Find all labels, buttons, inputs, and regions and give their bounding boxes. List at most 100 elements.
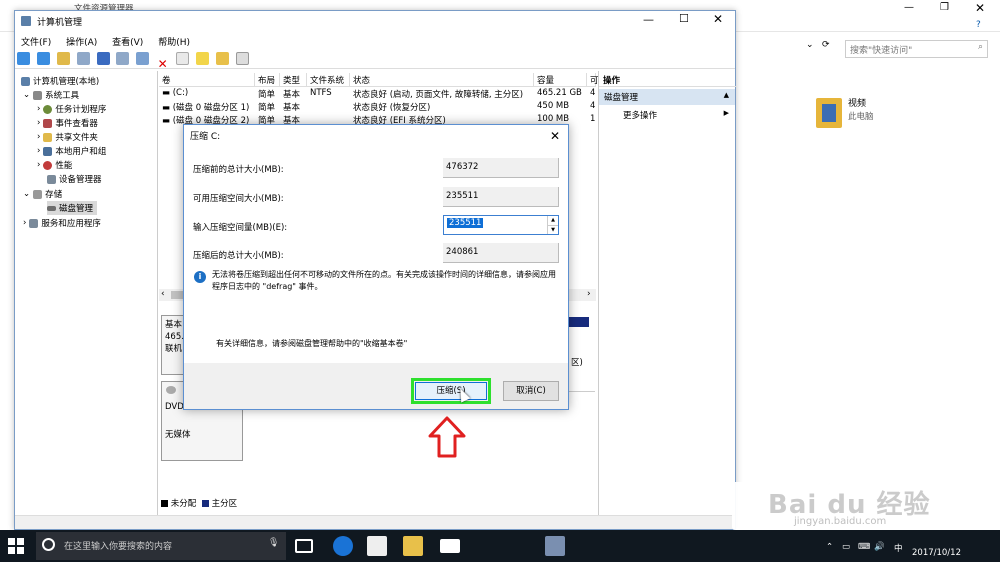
explorer-search-input[interactable]: 搜索"快速访问" ⌕ bbox=[845, 40, 988, 58]
chevron-right-icon[interactable]: › bbox=[37, 132, 40, 142]
microphone-icon[interactable]: 🎙 bbox=[268, 538, 279, 548]
chevron-right-icon[interactable]: ▶ bbox=[724, 109, 729, 117]
up-folder-icon[interactable] bbox=[56, 52, 70, 65]
collapse-icon[interactable]: ▲ bbox=[724, 91, 729, 99]
explorer-close-button[interactable]: ✕ bbox=[975, 1, 985, 15]
tree-shared-folders[interactable]: › 共享文件夹 bbox=[37, 130, 98, 144]
tree-device-manager[interactable]: 设备管理器 bbox=[47, 172, 102, 186]
tree-services[interactable]: › 服务和应用程序 bbox=[23, 216, 101, 230]
table-row[interactable]: ▬ (磁盘 0 磁盘分区 1) 简单 基本 状态良好 (恢复分区) 450 MB… bbox=[159, 101, 596, 113]
help-icon[interactable] bbox=[96, 52, 110, 65]
spin-up-icon[interactable]: ▲ bbox=[548, 216, 558, 226]
explorer-minimize-button[interactable]: — bbox=[904, 2, 914, 13]
menu-bar: 文件(F) 操作(A) 查看(V) 帮助(H) bbox=[15, 33, 735, 49]
computer-management-task-icon[interactable] bbox=[545, 536, 565, 556]
shared-folder-icon bbox=[43, 132, 53, 142]
volume-icon[interactable]: 🔊 bbox=[874, 542, 885, 552]
action-disk-management[interactable]: 磁盘管理 ▲ bbox=[599, 89, 735, 105]
col-free[interactable]: 可 bbox=[587, 73, 599, 87]
delete-icon[interactable]: ✕ bbox=[156, 58, 169, 71]
close-button[interactable]: ✕ bbox=[713, 12, 723, 26]
chevron-down-icon[interactable]: ⌄ bbox=[23, 90, 30, 100]
legend-primary-swatch bbox=[201, 500, 209, 507]
col-type[interactable]: 类型 bbox=[280, 73, 307, 87]
users-icon bbox=[43, 146, 53, 156]
chevron-down-icon[interactable]: ⌄ bbox=[806, 40, 814, 50]
properties-icon[interactable] bbox=[116, 52, 130, 65]
chevron-right-icon[interactable]: › bbox=[37, 160, 40, 170]
chevron-down-icon[interactable]: ⌄ bbox=[23, 189, 30, 199]
col-volume[interactable]: 卷 bbox=[159, 73, 255, 87]
window-titlebar: 计算机管理 — ☐ ✕ bbox=[15, 11, 735, 33]
explorer-help-icon[interactable]: ? bbox=[976, 20, 981, 30]
col-status[interactable]: 状态 bbox=[350, 73, 534, 87]
disk-icon bbox=[47, 205, 56, 211]
volume-capacity: 465.21 GB bbox=[537, 88, 582, 98]
ime-switch-icon[interactable]: ⌨ bbox=[858, 542, 870, 552]
chevron-right-icon[interactable]: › bbox=[37, 146, 40, 156]
cancel-button[interactable]: 取消(C) bbox=[503, 381, 559, 401]
explorer-restore-button[interactable]: ❐ bbox=[940, 2, 949, 13]
tree-local-users[interactable]: › 本地用户和组 bbox=[37, 144, 106, 158]
cdrom-type: DVD bbox=[165, 402, 184, 412]
scroll-right-icon[interactable]: › bbox=[587, 289, 591, 299]
menu-action[interactable]: 操作(A) bbox=[60, 33, 103, 50]
task-view-icon[interactable] bbox=[295, 539, 313, 553]
info-message: i 无法将卷压缩到超出任何不可移动的文件所在的点。有关完成该操作时间的详细信息，… bbox=[192, 269, 562, 299]
tree-event-viewer[interactable]: › 事件查看器 bbox=[37, 116, 98, 130]
tree-event-viewer-label: 事件查看器 bbox=[55, 119, 98, 129]
chevron-right-icon[interactable]: › bbox=[37, 118, 40, 128]
maximize-button[interactable]: ☐ bbox=[679, 12, 689, 25]
action-more[interactable]: 更多操作 ▶ bbox=[599, 107, 735, 123]
volume-free: 4 bbox=[590, 101, 596, 111]
ime-indicator[interactable]: 中 bbox=[894, 542, 903, 554]
mail-icon[interactable] bbox=[440, 539, 460, 553]
video-folder-item[interactable]: 视频 此电脑 bbox=[816, 94, 966, 134]
checklist-icon[interactable] bbox=[176, 52, 189, 65]
taskbar-date: 2017/10/12 bbox=[912, 548, 961, 558]
shrink-button[interactable]: 压缩(S) bbox=[415, 382, 487, 400]
file-explorer-icon[interactable] bbox=[403, 536, 423, 556]
table-row[interactable]: ▬ (C:) 简单 基本 NTFS 状态良好 (启动, 页面文件, 故障转储, … bbox=[159, 88, 596, 100]
tree-task-scheduler[interactable]: › 任务计划程序 bbox=[37, 102, 106, 116]
watermark-url: jingyan.baidu.com bbox=[794, 516, 887, 527]
menu-view[interactable]: 查看(V) bbox=[106, 33, 149, 50]
taskbar-search-input[interactable]: 在这里输入你要搜索的内容 🎙 bbox=[36, 532, 286, 560]
scroll-left-icon[interactable]: ‹ bbox=[161, 289, 165, 299]
list-view-icon[interactable] bbox=[235, 52, 249, 65]
volume-capacity: 450 MB bbox=[537, 101, 570, 111]
col-capacity[interactable]: 容量 bbox=[534, 73, 587, 87]
chevron-right-icon[interactable]: › bbox=[37, 104, 40, 114]
refresh-icon[interactable]: ⟳ bbox=[822, 40, 830, 50]
chevron-right-icon[interactable]: › bbox=[23, 218, 26, 228]
network-icon[interactable]: ▭ bbox=[842, 542, 850, 552]
open-folder-icon[interactable] bbox=[215, 52, 229, 65]
shrink-amount-spinner[interactable]: ▲ ▼ bbox=[547, 216, 558, 234]
tree-root[interactable]: 计算机管理(本地) bbox=[21, 74, 99, 88]
dialog-title: 压缩 C: bbox=[190, 132, 221, 142]
menu-file[interactable]: 文件(F) bbox=[15, 33, 57, 50]
col-layout[interactable]: 布局 bbox=[255, 73, 280, 87]
menu-help[interactable]: 帮助(H) bbox=[152, 33, 196, 50]
dialog-close-button[interactable]: ✕ bbox=[546, 127, 564, 145]
chevron-up-icon[interactable]: ⌃ bbox=[826, 542, 833, 552]
col-filesystem[interactable]: 文件系统 bbox=[307, 73, 350, 87]
tree-system-tools[interactable]: ⌄ 系统工具 bbox=[23, 88, 79, 102]
back-icon[interactable] bbox=[17, 52, 30, 65]
store-icon[interactable] bbox=[367, 536, 387, 556]
forward-icon[interactable] bbox=[36, 52, 50, 65]
edge-browser-icon[interactable] bbox=[333, 536, 353, 556]
windows-start-icon[interactable] bbox=[8, 538, 24, 554]
navigation-tree: 计算机管理(本地) ⌄ 系统工具 › 任务计划程序 › 事件查看器 › 共享文件夹 › 本… bbox=[15, 71, 158, 515]
partition-tail-text: 区) bbox=[571, 358, 583, 368]
minimize-button[interactable]: — bbox=[643, 13, 654, 26]
tree-performance[interactable]: › 性能 bbox=[37, 158, 72, 172]
tree-storage[interactable]: ⌄ 存储 bbox=[23, 187, 62, 201]
spin-down-icon[interactable]: ▼ bbox=[548, 226, 558, 234]
show-hide-tree-icon[interactable] bbox=[76, 52, 90, 65]
shrink-amount-input[interactable]: 235511 bbox=[443, 215, 559, 235]
tools-icon bbox=[33, 90, 43, 100]
tree-disk-management[interactable]: 磁盘管理 bbox=[47, 201, 98, 215]
new-folder-icon[interactable] bbox=[195, 52, 209, 65]
connect-icon[interactable] bbox=[136, 52, 150, 65]
